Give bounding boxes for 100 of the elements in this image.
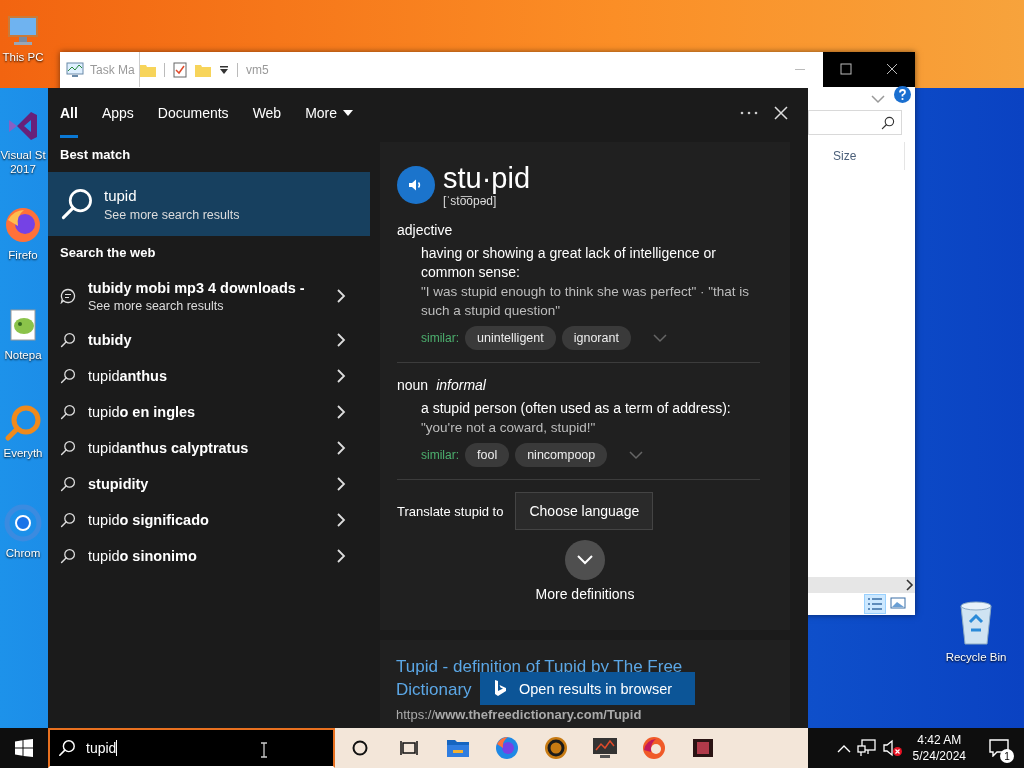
checklist-icon[interactable] <box>173 61 187 78</box>
search-icon <box>60 476 76 492</box>
circle-logo-icon[interactable] <box>4 504 42 542</box>
chevron-right-icon <box>336 549 346 563</box>
dictionary-word: stu·pid <box>443 162 531 194</box>
chevron-right-icon <box>336 333 346 347</box>
best-match-result[interactable]: tupid See more search results <box>48 172 370 236</box>
similar-label: similar: <box>421 331 459 345</box>
search-suggestion[interactable]: tupido sinonimo <box>88 548 324 564</box>
chevron-down-icon[interactable] <box>652 333 667 343</box>
search-icon <box>60 404 76 420</box>
translate-label: Translate stupid to <box>397 503 504 519</box>
folder-icon[interactable] <box>446 739 469 757</box>
filter-tab[interactable]: All <box>60 88 78 138</box>
chevron-right-icon <box>336 477 346 491</box>
search-field[interactable] <box>808 110 902 135</box>
search-suggestion[interactable]: tupidanthus calyptratus <box>88 440 324 456</box>
ellipsis-icon[interactable] <box>740 111 758 115</box>
chat-icon <box>60 288 76 304</box>
more-definitions-link[interactable]: More definitions <box>535 586 635 602</box>
search-icon <box>60 368 76 384</box>
icon-label: Chrom <box>5 546 41 560</box>
example-text: "I was stupid enough to think she was perfect" · "that is such a stupid question" <box>421 283 751 320</box>
chevron-right-icon <box>336 369 346 383</box>
clock-time[interactable]: 4:42 AM <box>917 732 962 748</box>
icon-label: Everyth <box>3 446 43 460</box>
details-view-icon[interactable] <box>865 595 885 613</box>
chevron-down-icon[interactable] <box>871 95 885 104</box>
chevron-right-icon <box>336 441 346 455</box>
result-subtitle: See more search results <box>104 207 240 222</box>
icon-label: Notepa <box>4 348 42 362</box>
section-heading: Best match <box>59 146 132 164</box>
icon-label: Visual St 2017 <box>0 148 46 176</box>
definition-text: having or showing a great lack of intelligence or common sense: <box>421 244 717 282</box>
volume-muted-icon[interactable] <box>882 739 903 757</box>
task-manager-icon[interactable] <box>66 61 84 78</box>
similar-label: similar: <box>421 448 459 462</box>
search-suggestion[interactable]: tubidy <box>88 332 324 348</box>
chevron-right-icon <box>336 405 346 419</box>
open-in-browser-toast[interactable]: Open results in browser <box>480 672 695 705</box>
search-icon <box>58 739 76 757</box>
windows-logo-icon[interactable] <box>15 739 33 757</box>
ring-icon[interactable] <box>543 736 568 760</box>
maximize-icon[interactable] <box>823 52 869 87</box>
part-of-speech: adjective <box>397 222 453 238</box>
filter-tab[interactable]: More <box>293 88 366 138</box>
search-icon <box>60 332 76 348</box>
icon-label: Recycle Bin <box>945 650 1007 664</box>
part-of-speech: noun <box>397 377 429 393</box>
filter-tab[interactable]: Apps <box>89 88 146 138</box>
search-suggestion[interactable]: tupido en ingles <box>88 404 324 420</box>
task-view-icon[interactable] <box>399 740 418 756</box>
caret-icon <box>343 110 354 116</box>
clock-date[interactable]: 5/24/2024 <box>912 748 966 764</box>
browser-icon[interactable] <box>494 736 519 760</box>
pronunciation: [ˈsto͞opəd] <box>443 194 498 208</box>
search-suggestion[interactable]: tupido significado <box>88 512 324 528</box>
synonym-chip[interactable]: unintelligent <box>465 326 556 350</box>
filter-tab[interactable]: Web <box>240 88 294 138</box>
chevron-down-icon[interactable] <box>629 450 644 460</box>
close-icon[interactable] <box>774 106 788 120</box>
synonym-chip[interactable]: nincompoop <box>515 443 608 467</box>
column-header[interactable]: Size <box>823 142 905 170</box>
search-icon <box>60 548 76 564</box>
horizontal-scrollbar[interactable] <box>808 577 915 593</box>
search-icon <box>881 115 895 130</box>
result-title: tupid <box>104 186 138 204</box>
filter-tab[interactable]: Documents <box>145 88 241 138</box>
browser-icon[interactable] <box>4 206 42 244</box>
search-icon <box>60 512 76 528</box>
app-window-icon[interactable] <box>691 738 714 758</box>
synonym-chip[interactable]: fool <box>465 443 510 467</box>
taskbar-search-field[interactable]: tupid <box>48 728 335 768</box>
search-suggestion[interactable]: tubidy mobi mp3 4 downloads - <box>88 279 324 296</box>
window-title: vm5 <box>246 62 269 77</box>
search-suggestion[interactable]: tupidanthus <box>88 368 324 384</box>
icon-label: Firefo <box>8 248 38 262</box>
notification-badge: 1 <box>1000 749 1014 763</box>
usage-label: informal <box>436 377 486 393</box>
speaker-button[interactable] <box>397 166 435 204</box>
result-url: https://www.thefreedictionary.com/Tupid <box>396 707 643 722</box>
network-icon[interactable] <box>856 739 877 757</box>
language-dropdown[interactable]: Choose language <box>515 492 654 530</box>
chevron-up-icon[interactable] <box>836 743 851 753</box>
expand-button[interactable] <box>565 540 605 580</box>
chevron-right-icon <box>336 513 346 527</box>
chevron-down-icon <box>577 555 593 565</box>
help-icon[interactable] <box>894 86 911 103</box>
monitor-icon[interactable] <box>591 737 618 759</box>
chevron-right-icon <box>336 289 346 303</box>
search-icon <box>60 440 76 456</box>
search-suggestion[interactable]: stupidity <box>88 476 324 492</box>
swirl-icon[interactable] <box>641 736 666 760</box>
scroll-right-icon[interactable] <box>905 579 915 591</box>
thumbnail-view-icon[interactable] <box>889 595 907 611</box>
b-logo-icon <box>494 679 507 698</box>
circle-icon[interactable] <box>351 740 368 756</box>
synonym-chip[interactable]: ignorant <box>561 326 631 350</box>
text-cursor-icon <box>260 742 268 758</box>
dropdown-icon[interactable] <box>219 64 229 75</box>
